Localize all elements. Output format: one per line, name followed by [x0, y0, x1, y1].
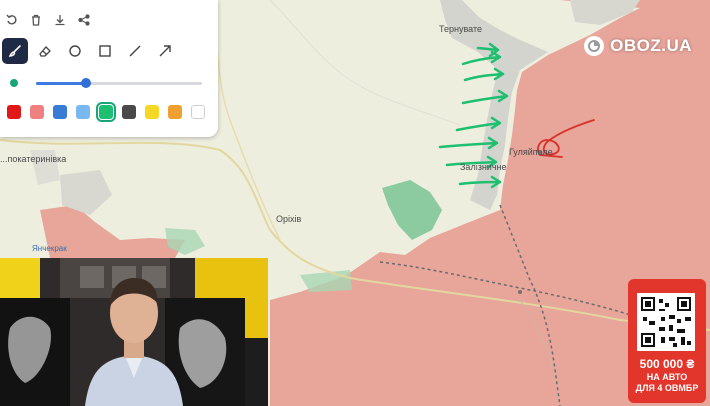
- drawing-toolbar: [0, 0, 218, 137]
- arrow-icon[interactable]: [152, 38, 178, 64]
- undo-icon[interactable]: [0, 8, 24, 32]
- color-swatch[interactable]: [96, 102, 116, 122]
- color-swatch[interactable]: [145, 105, 159, 119]
- line-icon[interactable]: [122, 38, 148, 64]
- map-label-katerynivka: ...покатеринівка: [0, 154, 67, 164]
- color-swatch[interactable]: [76, 105, 90, 119]
- color-swatch[interactable]: [7, 105, 21, 119]
- eraser-icon[interactable]: [32, 38, 58, 64]
- stroke-preview-dot: [10, 79, 18, 87]
- map-label-zaliznychne: Залізничне: [460, 162, 507, 172]
- map-label-huliaipole: Гуляйполе: [509, 147, 553, 157]
- slider-thumb[interactable]: [80, 78, 91, 88]
- color-swatch[interactable]: [191, 105, 205, 119]
- brand-name: OBOZ.UA: [610, 36, 692, 55]
- presenter-video: [0, 258, 268, 406]
- map-label-orikhiv: Оріхів: [276, 214, 302, 224]
- map-label-yanchekrak: Янчекрак: [32, 244, 67, 253]
- color-swatch[interactable]: [168, 105, 182, 119]
- promo-badge[interactable]: 500 000 ₴ НА АВТО ДЛЯ 4 ОВМБР: [628, 279, 706, 403]
- stroke-size-slider[interactable]: [8, 76, 204, 90]
- delete-icon[interactable]: [24, 8, 48, 32]
- color-swatch[interactable]: [30, 105, 44, 119]
- oboz-logo-icon: [584, 36, 605, 56]
- color-swatch[interactable]: [122, 105, 136, 119]
- square-icon[interactable]: [92, 38, 118, 64]
- circle-icon[interactable]: [62, 38, 88, 64]
- qr-code-icon: [637, 293, 695, 351]
- promo-line-2: НА АВТО: [646, 372, 688, 382]
- promo-line-3: ДЛЯ 4 ОВМБР: [635, 383, 699, 393]
- download-icon[interactable]: [48, 8, 72, 32]
- color-palette: [7, 102, 214, 122]
- color-swatch[interactable]: [53, 105, 67, 119]
- promo-amount: 500 000 ₴: [639, 357, 695, 371]
- brush-icon[interactable]: [2, 38, 28, 64]
- brand-watermark: OBOZ.UA: [584, 36, 692, 56]
- map-label-ternuvate: Тернувате: [439, 24, 482, 34]
- share-icon[interactable]: [72, 8, 96, 32]
